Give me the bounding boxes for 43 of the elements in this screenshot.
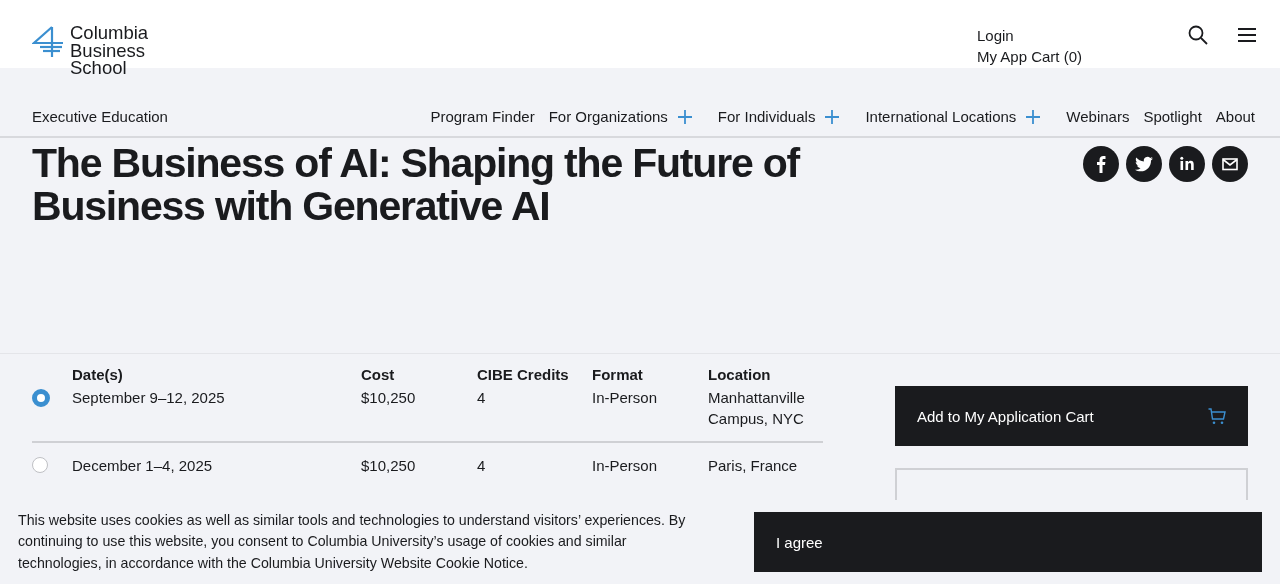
nav-link[interactable]: Program Finder <box>430 108 535 125</box>
linkedin-icon[interactable] <box>1169 146 1205 182</box>
search-icon[interactable] <box>1188 25 1208 45</box>
table-cell-text: $10,250 <box>361 456 417 476</box>
column-header: CIBE Credits <box>477 366 570 383</box>
logo-wordmark[interactable]: Columbia Business School <box>70 24 149 77</box>
table-cell-text: In-Person <box>592 388 659 408</box>
plus-icon[interactable] <box>1026 109 1041 124</box>
page-title: The Business of AI: Shaping the Future of Business with Generative AI <box>32 142 801 231</box>
table-cell-text: $10,250 <box>361 388 417 408</box>
radio-button[interactable] <box>32 389 50 407</box>
column-header: Format <box>592 366 644 383</box>
column-header: Cost <box>361 366 396 383</box>
menu-icon[interactable] <box>1238 28 1256 42</box>
plus-icon[interactable] <box>677 109 692 124</box>
agree-button[interactable]: I agree <box>754 512 1262 572</box>
add-to-cart-button[interactable]: Add to My Application Cart <box>895 386 1248 446</box>
nav-link[interactable]: About <box>1215 108 1255 125</box>
twitter-icon[interactable] <box>1126 146 1162 182</box>
nav-link[interactable]: For Organizations <box>548 108 704 125</box>
header-link[interactable]: Login <box>976 25 1082 46</box>
table-cell-text: 4 <box>477 456 487 476</box>
cookie-notice: This website uses cookies as well as similar tools and technologies to understand visitors’ experiences. By continuing to use this website, you consent to Columbia University’s usage of cookies and similar technologies, in accordance with the Columbia University Website Cookie Notice. <box>18 510 687 573</box>
nav-link[interactable]: Webinars <box>1066 108 1130 125</box>
table-cell-text: In-Person <box>592 456 659 476</box>
nav-link[interactable]: Spotlight <box>1143 108 1202 125</box>
email-icon[interactable] <box>1212 146 1248 182</box>
nav-link[interactable]: For Individuals <box>717 108 852 125</box>
facebook-icon[interactable] <box>1083 146 1119 182</box>
radio-button[interactable] <box>32 457 48 473</box>
logo-icon <box>32 26 64 58</box>
nav-link[interactable]: International Locations <box>865 108 1053 125</box>
table-cell-text: December 1–4, 2025 <box>72 456 214 476</box>
table-cell-text: Paris, France <box>708 456 799 476</box>
plus-icon[interactable] <box>825 109 840 124</box>
column-header: Date(s) <box>72 366 124 383</box>
table-cell-text: Manhattanville Campus, NYC <box>708 388 806 429</box>
cart-icon <box>1208 407 1226 425</box>
column-header: Location <box>708 366 772 383</box>
section-title[interactable]: Executive Education <box>32 108 168 125</box>
table-cell-text: September 9–12, 2025 <box>72 388 226 408</box>
header-link[interactable]: My App Cart (0) <box>976 46 1082 67</box>
table-cell-text: 4 <box>477 388 487 408</box>
